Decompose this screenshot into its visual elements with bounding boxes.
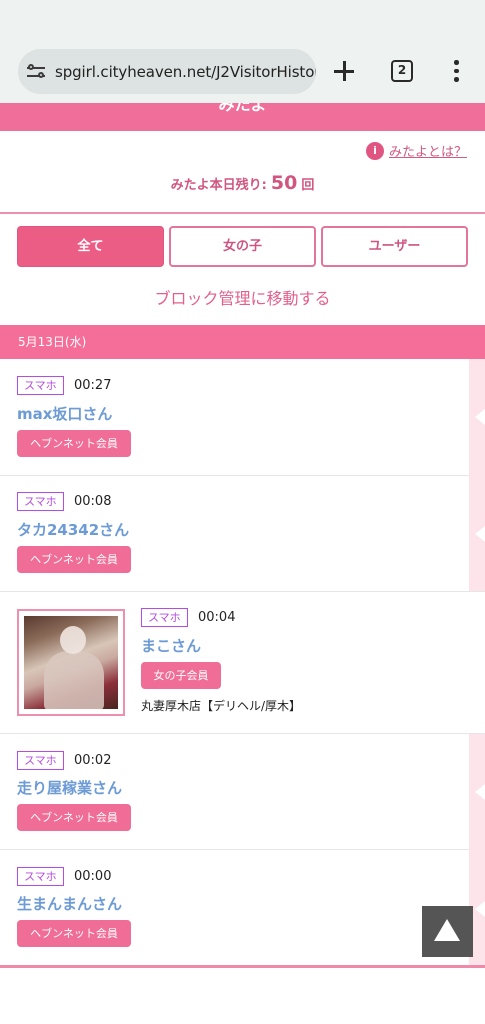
overflow-menu-icon[interactable] [452, 60, 460, 82]
device-badge: スマホ [17, 751, 64, 770]
filter-girls-button[interactable]: 女の子 [169, 226, 316, 267]
page-title-bar: みたよ [0, 103, 485, 131]
remaining-unit: 回 [301, 178, 315, 193]
help-row[interactable]: i みたよとは？ [365, 141, 467, 160]
page-title: みたよ [218, 103, 267, 114]
url-text[interactable]: spgirl.cityheaven.net/J2VisitorHistor [55, 63, 316, 81]
item-divider [0, 733, 485, 734]
visitor-name[interactable]: max坂口さん [17, 403, 112, 424]
visitor-name[interactable]: まこさん [141, 635, 201, 656]
date-header: 5月13日(水) [0, 325, 485, 359]
filter-all-button[interactable]: 全て [17, 226, 164, 267]
divider [0, 212, 485, 214]
remaining-count: 50 [270, 172, 298, 194]
member-type-badge: ヘブンネット会員 [17, 920, 131, 947]
visit-time: 00:00 [74, 869, 112, 884]
item-divider [0, 591, 485, 592]
member-type-badge: ヘブンネット会員 [17, 430, 131, 457]
item-divider [0, 849, 469, 850]
block-management-link[interactable]: ブロック管理に移動する [0, 285, 485, 309]
visit-time: 00:08 [74, 494, 112, 509]
back-to-top-button[interactable] [422, 906, 473, 957]
profile-photo[interactable] [17, 609, 125, 716]
visit-time: 00:27 [74, 378, 112, 393]
new-tab-icon[interactable] [333, 60, 355, 82]
member-type-badge: ヘブンネット会員 [17, 546, 131, 573]
item-side-stripe [469, 359, 485, 591]
help-link[interactable]: みたよとは？ [389, 141, 467, 160]
visitor-name[interactable]: 走り屋稼業さん [17, 777, 122, 798]
profile-image [24, 616, 118, 709]
visitor-name[interactable]: 生まんまんさん [17, 893, 122, 914]
device-badge: スマホ [17, 867, 64, 886]
visitor-name[interactable]: タカ24342さん [17, 519, 129, 540]
device-badge: スマホ [141, 608, 188, 627]
shop-name[interactable]: 丸妻厚木店【デリヘル/厚木】 [141, 697, 301, 714]
address-bar[interactable]: spgirl.cityheaven.net/J2VisitorHistor [18, 49, 316, 94]
filter-users-button[interactable]: ユーザー [321, 226, 468, 267]
member-type-badge: ヘブンネット会員 [17, 804, 131, 831]
site-settings-icon[interactable] [27, 63, 47, 81]
device-badge: スマホ [17, 376, 64, 395]
visit-time: 00:04 [198, 610, 236, 625]
list-bottom-border [0, 965, 485, 968]
member-type-badge: 女の子会員 [141, 662, 221, 689]
tab-switcher-icon[interactable]: 2 [391, 60, 413, 82]
item-divider [0, 475, 469, 476]
device-badge: スマホ [17, 492, 64, 511]
screen: spgirl.cityheaven.net/J2VisitorHistor 2 … [0, 0, 485, 1024]
browser-toolbar: spgirl.cityheaven.net/J2VisitorHistor 2 [0, 0, 485, 103]
remaining-counter: みたよ本日残り: 50 回 [0, 172, 485, 194]
remaining-label: みたよ本日残り: [170, 178, 267, 193]
info-icon: i [365, 141, 384, 160]
visit-time: 00:02 [74, 753, 112, 768]
